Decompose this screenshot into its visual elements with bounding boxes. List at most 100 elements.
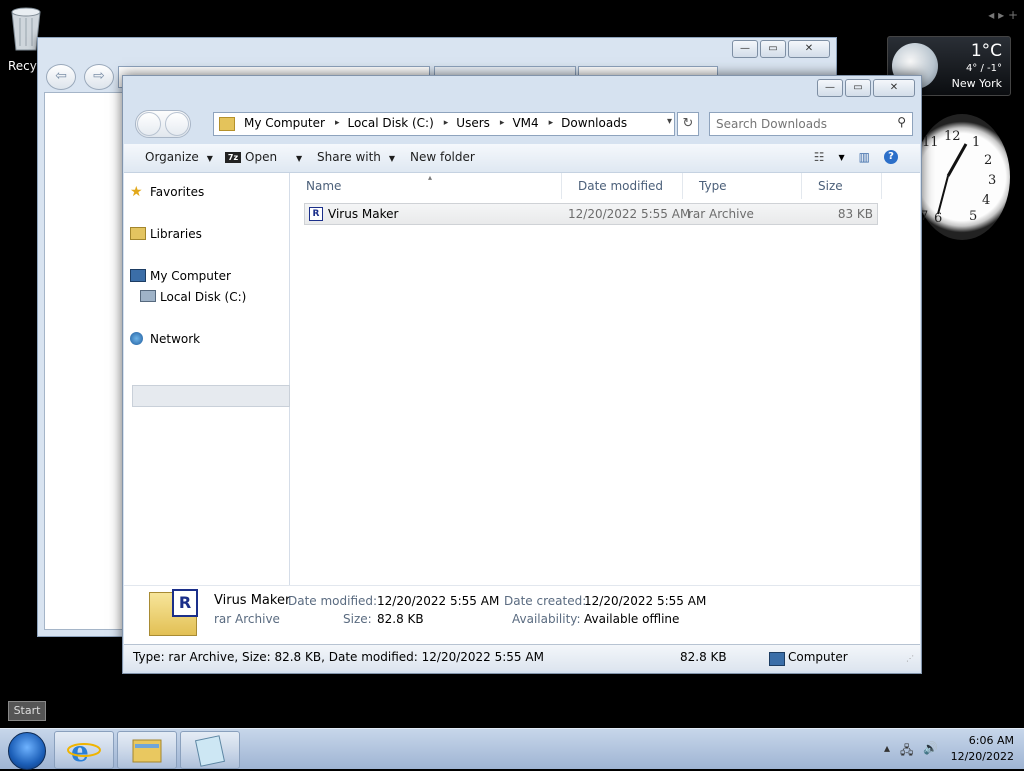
- notification-area: ▴ 🖧 🔊: [884, 741, 938, 762]
- details-file-name: Virus Maker: [214, 593, 291, 608]
- share-with-label: Share with: [317, 150, 381, 164]
- svg-text:2: 2: [984, 153, 992, 168]
- column-header-type[interactable]: Type: [683, 173, 802, 199]
- status-location: Computer: [788, 650, 848, 664]
- computer-icon: [769, 652, 785, 666]
- breadcrumb-separator-icon[interactable]: ▸: [325, 116, 340, 131]
- preview-pane-icon[interactable]: ▥: [859, 150, 870, 164]
- table-row[interactable]: R Virus Maker 12/20/2022 5:55 AM rar Arc…: [304, 203, 878, 225]
- 7zip-icon: 7z: [225, 152, 241, 163]
- address-bar[interactable]: My Computer ▸ Local Disk (C:) ▸ Users ▸ …: [213, 112, 675, 136]
- search-box[interactable]: ⚲: [709, 112, 913, 136]
- details-availability-label: Availability:: [512, 612, 581, 626]
- folder-icon: [219, 117, 235, 131]
- details-date-created: 12/20/2022 5:55 AM: [584, 594, 707, 608]
- breadcrumb-local-disk[interactable]: Local Disk (C:): [339, 116, 433, 131]
- breadcrumb-vm4[interactable]: VM4: [504, 116, 538, 131]
- minimize-button[interactable]: —: [817, 79, 843, 97]
- column-header-size[interactable]: Size: [802, 173, 882, 199]
- details-date-modified: 12/20/2022 5:55 AM: [377, 594, 500, 608]
- clock-gadget[interactable]: 11 12 1 2 3 4 5 7 6: [914, 114, 1010, 240]
- nav-local-disk[interactable]: Local Disk (C:): [140, 290, 246, 304]
- chevron-down-icon[interactable]: ▾: [667, 116, 672, 127]
- resize-grip-icon[interactable]: ⋰: [906, 654, 914, 663]
- svg-text:12: 12: [944, 129, 961, 144]
- breadcrumb-downloads[interactable]: Downloads: [553, 116, 627, 131]
- breadcrumb-separator-icon[interactable]: ▸: [490, 116, 505, 131]
- file-date-modified: 12/20/2022 5:55 AM: [568, 207, 691, 221]
- minimize-button[interactable]: —: [732, 40, 758, 58]
- file-explorer-taskbar-button[interactable]: [117, 731, 177, 769]
- share-with-button[interactable]: Share with ▼: [317, 150, 395, 164]
- taskbar: e ▴ 🖧 🔊 6:06 AM 12/20/2022: [0, 728, 1024, 770]
- view-options-icon[interactable]: ☷: [814, 150, 825, 164]
- search-input[interactable]: [714, 115, 888, 133]
- browser-back-button[interactable]: ⇦: [46, 64, 76, 90]
- chevron-down-icon: ▼: [388, 154, 396, 163]
- details-size: 82.8 KB: [377, 612, 424, 626]
- maximize-button[interactable]: ▭: [845, 79, 871, 97]
- forward-button[interactable]: [165, 112, 189, 136]
- status-size: 82.8 KB: [680, 650, 727, 664]
- navigation-pane: ★ Favorites Libraries My Computer Local D…: [124, 173, 290, 585]
- notepad-taskbar-button[interactable]: [180, 731, 240, 769]
- breadcrumb-my-computer[interactable]: My Computer: [236, 116, 325, 131]
- open-options-button[interactable]: ▼: [288, 150, 302, 164]
- maximize-button[interactable]: ▭: [760, 40, 786, 58]
- nav-my-computer[interactable]: My Computer: [130, 269, 231, 283]
- gadget-nav-controls[interactable]: ◂ ▸ +: [988, 8, 1018, 22]
- weather-range: 4° / -1°: [965, 63, 1002, 74]
- nav-favorites-label: Favorites: [150, 185, 205, 199]
- details-availability: Available offline: [584, 612, 680, 626]
- column-header-date-modified[interactable]: Date modified: [562, 173, 683, 199]
- refresh-icon[interactable]: ↻: [677, 112, 699, 136]
- new-folder-button[interactable]: New folder: [410, 150, 475, 164]
- network-icon: [130, 332, 143, 345]
- nav-network[interactable]: Network: [130, 332, 201, 346]
- start-button[interactable]: [8, 732, 46, 770]
- system-clock[interactable]: 6:06 AM 12/20/2022: [951, 733, 1014, 765]
- details-date-created-label: Date created:: [504, 594, 587, 608]
- internet-explorer-icon: e: [67, 735, 101, 768]
- nav-selection-highlight: [132, 385, 290, 407]
- show-hidden-icons-icon[interactable]: ▴: [884, 741, 890, 762]
- volume-icon[interactable]: 🔊: [923, 741, 938, 762]
- svg-text:3: 3: [988, 173, 996, 188]
- internet-explorer-taskbar-button[interactable]: e: [54, 731, 114, 769]
- details-file-type: rar Archive: [214, 612, 280, 626]
- network-tray-icon[interactable]: 🖧: [900, 741, 913, 762]
- computer-icon: [130, 269, 146, 282]
- breadcrumb-separator-icon[interactable]: ▸: [434, 116, 449, 131]
- details-date-modified-label: Date modified:: [288, 594, 378, 608]
- view-controls: ☷ ▼ ▥ ?: [814, 150, 898, 164]
- organize-button[interactable]: Organize ▼: [145, 150, 213, 164]
- browser-forward-button[interactable]: ⇨: [84, 64, 114, 90]
- help-icon[interactable]: ?: [884, 150, 898, 164]
- file-list-pane: Name ▴ Date modified Type Size R Virus M…: [290, 173, 920, 585]
- open-label: Open: [245, 150, 278, 164]
- open-button[interactable]: 7z Open: [225, 150, 277, 164]
- file-name: Virus Maker: [328, 207, 399, 221]
- breadcrumb-users[interactable]: Users: [448, 116, 490, 131]
- clock-time: 6:06 AM: [968, 734, 1014, 747]
- details-pane: R Virus Maker rar Archive Date modified:…: [124, 585, 920, 644]
- notepad-icon: [194, 735, 226, 767]
- chevron-down-icon[interactable]: ▼: [839, 153, 845, 162]
- breadcrumb: My Computer ▸ Local Disk (C:) ▸ Users ▸ …: [236, 116, 627, 131]
- nav-favorites[interactable]: ★ Favorites: [130, 185, 205, 199]
- svg-text:5: 5: [969, 209, 977, 224]
- close-button[interactable]: ✕: [873, 79, 915, 97]
- nav-buttons: [135, 110, 191, 138]
- column-header-name[interactable]: Name: [290, 173, 562, 199]
- search-icon[interactable]: ⚲: [897, 115, 906, 129]
- svg-text:11: 11: [922, 135, 939, 150]
- nav-network-label: Network: [150, 332, 201, 346]
- explorer-window[interactable]: — ▭ ✕ My Computer ▸ Local Disk (C:) ▸ Us…: [122, 75, 922, 674]
- command-bar: Organize ▼ 7z Open ▼ Share with ▼ New folde…: [124, 144, 920, 173]
- back-button[interactable]: [137, 112, 161, 136]
- close-button[interactable]: ✕: [788, 40, 830, 58]
- libraries-icon: [130, 227, 146, 240]
- nav-libraries[interactable]: Libraries: [130, 227, 202, 241]
- sort-ascending-icon: ▴: [428, 173, 433, 182]
- breadcrumb-separator-icon[interactable]: ▸: [539, 116, 554, 131]
